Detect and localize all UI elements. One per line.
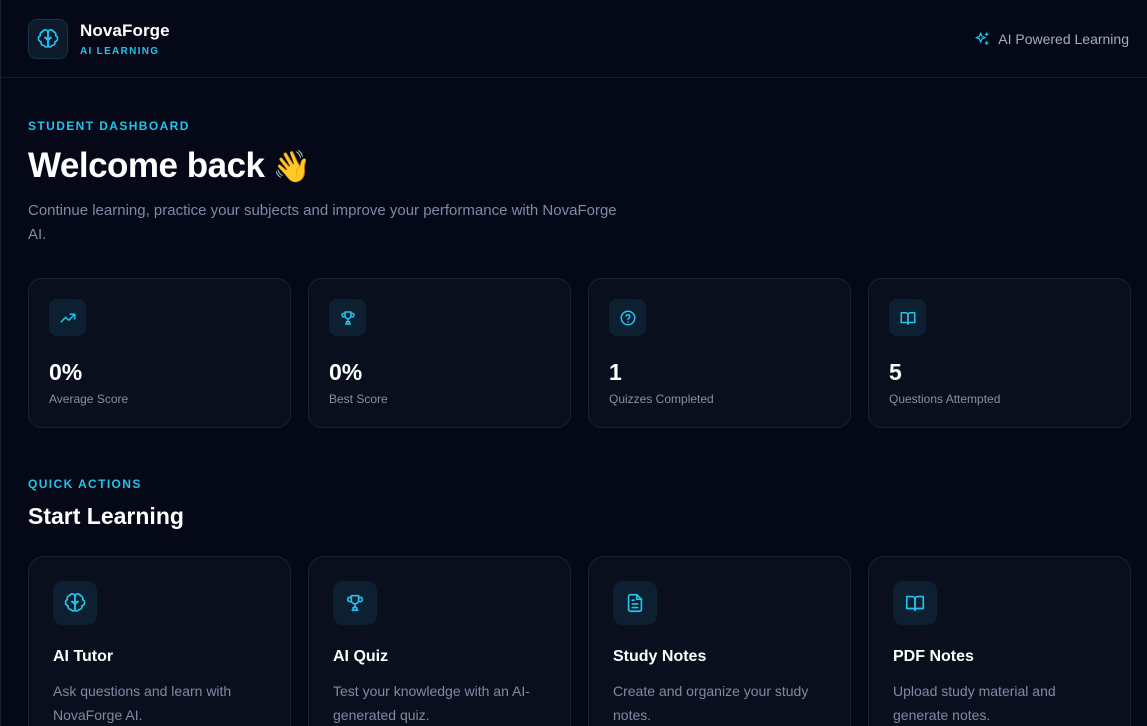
action-description: Upload study material and generate notes… [893, 683, 1056, 723]
quick-actions-row: AI Tutor Ask questions and learn with No… [28, 556, 1131, 726]
dashboard-eyebrow: STUDENT DASHBOARD [28, 119, 190, 133]
action-title: PDF Notes [893, 648, 974, 665]
action-card-study-notes[interactable]: Study Notes Create and organize your stu… [588, 556, 851, 726]
action-card-ai-tutor[interactable]: AI Tutor Ask questions and learn with No… [28, 556, 291, 726]
action-description: Test your knowledge with an AI-generated… [333, 683, 530, 723]
action-title: AI Quiz [333, 648, 389, 665]
book-open-icon [905, 595, 925, 612]
brain-icon [37, 28, 59, 48]
book-open-icon [900, 311, 915, 325]
quick-actions-eyebrow: QUICK ACTIONS [28, 477, 142, 491]
sparkles-icon [975, 31, 989, 45]
section-title: Start Learning [28, 503, 184, 529]
stat-card-best-score: 0% Best Score [308, 278, 571, 428]
stat-value: 5 [889, 359, 902, 385]
brand-name: NovaForge [80, 20, 170, 40]
file-text-icon [627, 593, 643, 613]
stats-row: 0% Average Score 0% Best Score 1 Quizzes… [28, 278, 1131, 428]
welcome-text: Welcome back [28, 146, 265, 185]
ai-powered-label: AI Powered Learning [974, 31, 1129, 47]
action-title: AI Tutor [53, 648, 114, 665]
action-description: Ask questions and learn with NovaForge A… [53, 683, 232, 723]
stat-label: Quizzes Completed [609, 392, 714, 406]
logo [28, 18, 68, 59]
stat-value: 0% [49, 359, 83, 385]
trophy-icon [346, 594, 364, 612]
page-subtitle: Continue learning, practice your subject… [28, 202, 617, 243]
top-header: NovaForge AI LEARNING AI Powered Learnin… [1, 0, 1147, 78]
action-card-pdf-notes[interactable]: PDF Notes Upload study material and gene… [868, 556, 1131, 726]
stat-label: Best Score [329, 392, 388, 406]
action-description: Create and organize your study notes. [613, 683, 809, 723]
stat-value: 1 [609, 359, 622, 385]
trending-up-icon [60, 313, 75, 322]
stat-value: 0% [329, 359, 363, 385]
action-title: Study Notes [613, 648, 707, 665]
app-shell: NovaForge AI LEARNING AI Powered Learnin… [0, 0, 1147, 726]
page-title: Welcome back 👋 [28, 146, 311, 186]
stat-label: Questions Attempted [889, 392, 1001, 406]
stat-label: Average Score [49, 392, 129, 406]
stat-card-quizzes-completed: 1 Quizzes Completed [588, 278, 851, 428]
wave-emoji: 👋 [272, 148, 312, 184]
trophy-icon [340, 310, 355, 325]
brand-tagline: AI LEARNING [80, 45, 160, 57]
action-card-ai-quiz[interactable]: AI Quiz Test your knowledge with an AI-g… [308, 556, 571, 726]
stat-card-questions-attempted: 5 Questions Attempted [868, 278, 1131, 428]
ai-powered-text: AI Powered Learning [998, 30, 1129, 47]
brand[interactable]: NovaForge AI LEARNING [28, 18, 170, 59]
brain-icon [64, 593, 86, 612]
stat-card-average-score: 0% Average Score [28, 278, 291, 428]
question-circle-icon [620, 310, 635, 325]
